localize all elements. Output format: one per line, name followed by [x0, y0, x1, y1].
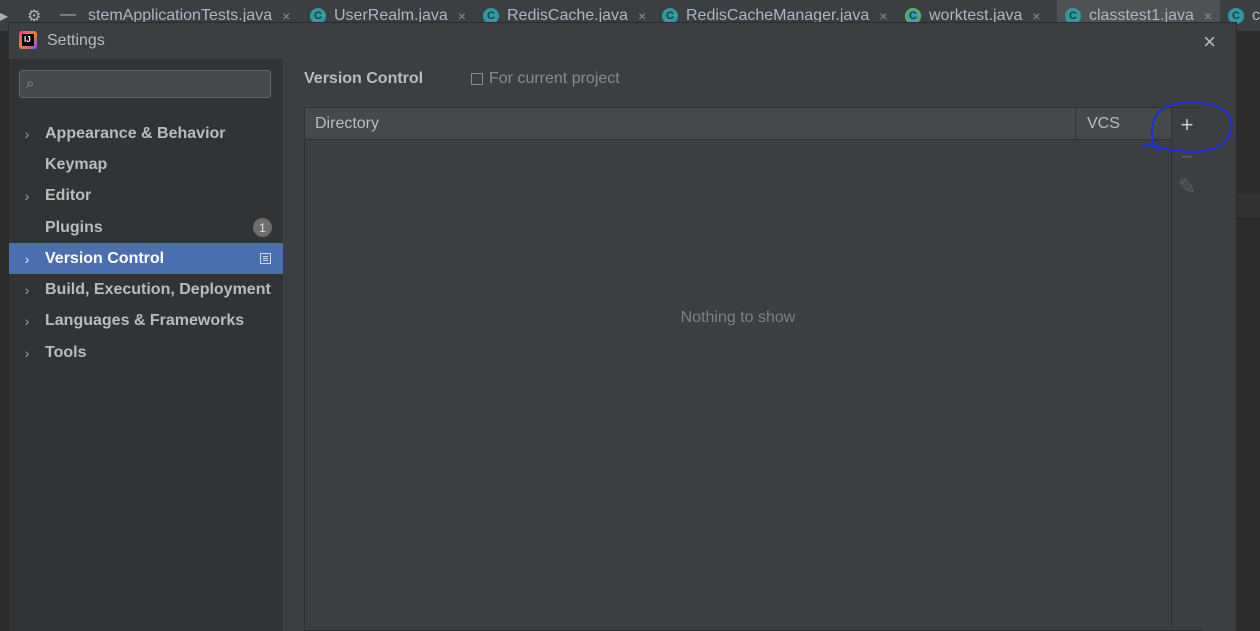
empty-state-text: Nothing to show — [680, 309, 796, 326]
class-icon: C — [483, 7, 499, 24]
editor-gutter — [0, 31, 9, 631]
close-icon[interactable]: × — [282, 8, 290, 24]
add-button[interactable]: + — [1172, 110, 1202, 140]
tab-label: c — [1252, 6, 1260, 24]
sidebar-item-version-control[interactable]: › Version Control — [9, 243, 283, 274]
scope-hint: For current project — [471, 70, 620, 88]
sidebar-item-label: Appearance & Behavior — [45, 124, 226, 142]
dialog-title-bar[interactable]: IJ Settings × — [9, 23, 1236, 59]
sidebar-item-label: Build, Execution, Deployment — [45, 280, 271, 298]
tab-label: RedisCacheManager.java — [686, 6, 870, 24]
project-icon — [471, 73, 483, 85]
sidebar-item-languages-frameworks[interactable]: › Languages & Frameworks — [9, 305, 283, 336]
table-header: Directory VCS — [305, 108, 1171, 140]
close-icon[interactable]: × — [638, 8, 646, 24]
sidebar-item-plugins[interactable]: Plugins 1 — [9, 212, 283, 243]
chevron-right-icon: › — [24, 281, 30, 298]
sidebar-item-label: Editor — [45, 186, 92, 204]
settings-sidebar: ⌕ › Appearance & Behavior Keymap › Edito… — [9, 59, 283, 631]
column-divider[interactable] — [1075, 108, 1076, 139]
update-count-badge: 1 — [253, 218, 272, 237]
close-icon[interactable]: × — [1204, 8, 1212, 24]
minimize-icon[interactable]: — — [60, 6, 76, 24]
class-icon: C — [1228, 7, 1244, 24]
search-icon: ⌕ — [26, 75, 35, 92]
settings-dialog: IJ Settings × ⌕ › Appearance & Behavior … — [9, 23, 1236, 631]
sidebar-item-label: Keymap — [45, 155, 108, 173]
settings-content: Version Control For current project Dire… — [283, 59, 1236, 631]
search-input[interactable] — [46, 73, 270, 97]
arrow-icon[interactable]: ▸ — [0, 6, 8, 26]
tab-label: classtest1.java — [1089, 6, 1194, 24]
close-button[interactable]: × — [1203, 29, 1216, 55]
sidebar-item-appearance-behavior[interactable]: › Appearance & Behavior — [9, 118, 283, 149]
tab-label: RedisCache.java — [507, 6, 628, 24]
project-icon — [260, 253, 271, 264]
tab-label: stemApplicationTests.java — [88, 6, 273, 24]
sidebar-item-keymap[interactable]: Keymap — [9, 149, 283, 180]
settings-search[interactable]: ⌕ — [19, 70, 271, 98]
column-header-directory[interactable]: Directory — [315, 115, 379, 133]
column-header-vcs[interactable]: VCS — [1087, 115, 1120, 133]
vcs-mappings-table[interactable]: Directory VCS Nothing to show + − ✎ — [304, 107, 1202, 631]
dialog-title: Settings — [47, 32, 105, 49]
class-icon: C — [662, 7, 678, 24]
page-title: Version Control — [304, 70, 424, 87]
table-toolbar: + − ✎ — [1171, 108, 1202, 630]
class-icon: C — [1065, 7, 1081, 24]
scope-hint-label: For current project — [489, 70, 620, 87]
chevron-right-icon: › — [24, 344, 30, 361]
chevron-right-icon: › — [24, 312, 30, 329]
app-logo-icon: IJ — [19, 31, 37, 49]
sidebar-item-editor[interactable]: › Editor — [9, 180, 283, 211]
tab-label: worktest.java — [929, 6, 1023, 24]
chevron-right-icon: › — [24, 125, 30, 142]
sidebar-item-label: Languages & Frameworks — [45, 311, 245, 329]
remove-button[interactable]: − — [1172, 142, 1202, 172]
close-icon[interactable]: × — [1032, 8, 1040, 24]
sidebar-item-build-execution-deployment[interactable]: › Build, Execution, Deployment — [9, 274, 283, 305]
editor-right-edge — [1236, 31, 1260, 631]
sidebar-item-label: Version Control — [45, 249, 165, 267]
edit-button[interactable]: ✎ — [1172, 172, 1202, 202]
tab-label: UserRealm.java — [334, 6, 448, 24]
class-icon: C — [310, 7, 326, 24]
sidebar-item-tools[interactable]: › Tools — [9, 337, 283, 368]
sidebar-item-label: Plugins — [45, 218, 103, 236]
close-icon[interactable]: × — [458, 8, 466, 24]
class-icon: C — [905, 7, 921, 24]
chevron-right-icon: › — [24, 250, 30, 267]
sidebar-item-label: Tools — [45, 343, 87, 361]
close-icon[interactable]: × — [879, 8, 887, 24]
chevron-right-icon: › — [24, 187, 30, 204]
